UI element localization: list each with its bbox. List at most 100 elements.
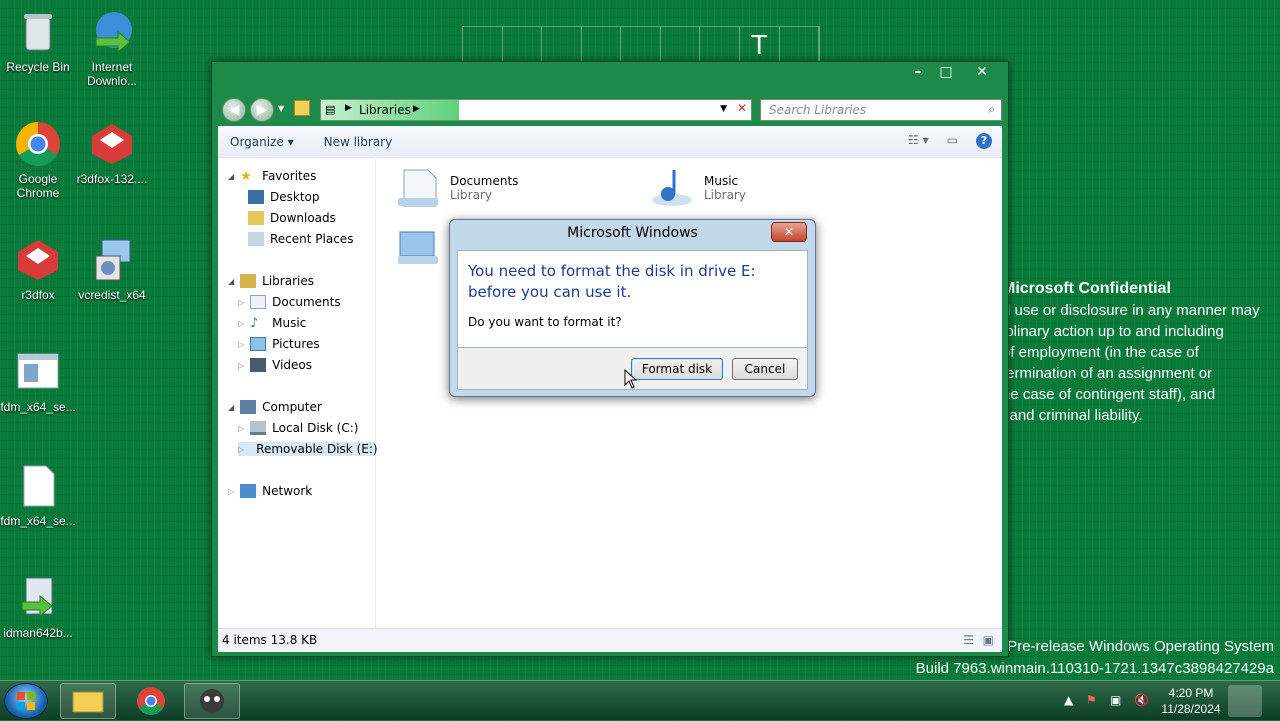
- collapse-arrow-icon[interactable]: ▷: [238, 340, 244, 349]
- tree-network[interactable]: ▷ Network: [228, 484, 312, 498]
- navigation-pane: ◢ ★ Favorites Desktop Downloads Recent P…: [218, 159, 378, 628]
- preview-pane-icon[interactable]: ▭: [947, 133, 958, 149]
- cancel-button[interactable]: Cancel: [732, 358, 798, 380]
- details-view-icon[interactable]: ☰: [963, 633, 974, 647]
- view-controls: ☷ ▾ ▭ ?: [908, 133, 992, 149]
- library-name: Music: [704, 174, 739, 188]
- desktop-icon-label: Google Chrome: [16, 172, 60, 200]
- taskbar-app-button[interactable]: [184, 683, 240, 719]
- network-icon: [240, 484, 257, 498]
- address-bar[interactable]: ▤ ▶ Libraries ▶ ▼ ✕: [320, 99, 752, 121]
- r3dfox-icon: [14, 236, 62, 284]
- star-icon: ★: [240, 169, 252, 184]
- tree-removable-disk[interactable]: ▷ Removable Disk (E:): [238, 442, 378, 456]
- search-placeholder: Search Libraries: [769, 103, 867, 117]
- library-documents[interactable]: Documents Library: [394, 164, 518, 212]
- tree-desktop[interactable]: Desktop: [248, 190, 320, 204]
- change-view-icon[interactable]: ☷ ▾: [908, 133, 929, 149]
- clock-date: 11/28/2024: [1161, 702, 1221, 716]
- library-pictures-partial[interactable]: [394, 222, 442, 270]
- tree-label: Local Disk (C:): [272, 421, 359, 435]
- organize-button[interactable]: Organize ▾: [230, 135, 294, 149]
- desktop-icon-vcredist[interactable]: vcredist_x64: [74, 236, 150, 302]
- navigation-bar: ◀ ▶ ▼ ▤ ▶ Libraries ▶ ▼ ✕ Search Librari…: [220, 96, 1002, 122]
- tree-pictures[interactable]: ▷ Pictures: [238, 337, 320, 351]
- confidential-line: iplinary action up to and including: [1002, 323, 1224, 340]
- desktop-icon-r3dfox-installer[interactable]: r3dfox-132....: [74, 120, 150, 186]
- videos-icon: [250, 358, 267, 372]
- back-button[interactable]: ◀: [222, 98, 246, 122]
- downloads-folder-icon: [248, 211, 264, 225]
- tree-label: Recent Places: [270, 232, 354, 246]
- clock[interactable]: 4:20 PM 11/28/2024: [1158, 685, 1224, 717]
- expand-arrow-icon[interactable]: ◢: [228, 403, 234, 412]
- status-bar: 4 items 13.8 KB ☰ ▣: [218, 628, 1002, 652]
- collapse-arrow-icon[interactable]: ▷: [238, 319, 244, 328]
- collapse-arrow-icon[interactable]: ▷: [238, 298, 244, 307]
- large-icons-view-icon[interactable]: ▣: [983, 633, 994, 647]
- computer-icon: [240, 400, 257, 414]
- chrome-icon: [137, 687, 165, 715]
- tree-videos[interactable]: ▷ Videos: [238, 358, 312, 372]
- collapse-arrow-icon[interactable]: ▷: [238, 361, 244, 370]
- tree-downloads[interactable]: Downloads: [248, 211, 336, 225]
- taskbar-chrome-button[interactable]: [122, 683, 178, 719]
- tree-computer[interactable]: ◢ Computer: [228, 400, 322, 414]
- maximize-button[interactable]: □: [932, 62, 960, 82]
- tree-local-disk[interactable]: ▷ Local Disk (C:): [238, 421, 358, 435]
- dialog-title: Microsoft Windows: [567, 225, 698, 241]
- tree-music[interactable]: ▷ ♪ Music: [238, 316, 306, 331]
- minimize-button[interactable]: –: [904, 62, 932, 82]
- background-grid-letter: T: [740, 27, 780, 61]
- collapse-arrow-icon[interactable]: ▷: [228, 487, 234, 496]
- desktop-icon-fdm-setup-2[interactable]: fdm_x64_se...: [0, 462, 76, 528]
- raccoon-app-icon: [200, 689, 224, 713]
- breadcrumb-libraries[interactable]: Libraries: [359, 103, 411, 117]
- action-center-icon[interactable]: ⚑: [1086, 693, 1097, 707]
- new-library-button[interactable]: New library: [324, 135, 393, 149]
- show-desktop-user-icon[interactable]: [1228, 685, 1262, 717]
- desktop-icon-recycle-bin[interactable]: Recycle Bin: [0, 8, 76, 74]
- music-library-icon: [652, 170, 692, 206]
- confidential-line: d use or disclosure in any manner may: [1002, 302, 1260, 319]
- collapse-arrow-icon[interactable]: ▷: [238, 445, 244, 454]
- desktop-icon-label: r3dfox: [21, 288, 55, 302]
- breadcrumb-chevron-icon[interactable]: ▶: [413, 104, 420, 114]
- show-hidden-icons[interactable]: ▲: [1064, 693, 1073, 707]
- dialog-close-button[interactable]: ✕: [771, 222, 807, 242]
- search-input[interactable]: Search Libraries ⌕: [760, 99, 1002, 121]
- start-button[interactable]: [4, 683, 48, 719]
- desktop-icon-r3dfox[interactable]: r3dfox: [0, 236, 76, 302]
- volume-muted-icon[interactable]: 🔇: [1134, 693, 1149, 707]
- tree-label: Network: [262, 484, 313, 498]
- item-count: 4 items 13.8 KB: [222, 633, 318, 647]
- desktop-icon-label: idman642b...: [3, 626, 73, 640]
- taskbar-explorer-button[interactable]: [60, 683, 116, 719]
- collapse-arrow-icon[interactable]: ▷: [238, 424, 244, 433]
- expand-arrow-icon[interactable]: ◢: [228, 277, 234, 286]
- tree-recent-places[interactable]: Recent Places: [248, 232, 353, 246]
- tree-libraries[interactable]: ◢ Libraries: [228, 274, 314, 288]
- format-disk-button[interactable]: Format disk: [631, 358, 723, 380]
- search-icon[interactable]: ⌕: [988, 102, 995, 117]
- tree-favorites[interactable]: ◢ ★ Favorites: [228, 169, 317, 184]
- recent-pages-dropdown-icon[interactable]: ▼: [278, 104, 284, 113]
- desktop-icon-fdm-setup-1[interactable]: fdm_x64_se...: [0, 348, 76, 414]
- expand-arrow-icon[interactable]: ◢: [228, 172, 234, 181]
- tree-documents[interactable]: ▷ Documents: [238, 295, 341, 309]
- address-dropdown-icon[interactable]: ▼: [720, 104, 727, 114]
- forward-button[interactable]: ▶: [250, 98, 274, 122]
- desktop-icon-internet-download-manager[interactable]: Internet Downlo...: [74, 8, 150, 88]
- close-button[interactable]: ✕: [960, 62, 1004, 82]
- desktop-icon-idman[interactable]: idman642b...: [0, 574, 76, 640]
- stop-icon[interactable]: ✕: [737, 101, 747, 115]
- desktop-icon-google-chrome[interactable]: Google Chrome: [0, 120, 76, 200]
- windows-logo-icon: [17, 692, 35, 710]
- desktop-folder-icon: [248, 190, 264, 204]
- folder-up-icon[interactable]: [294, 100, 310, 116]
- tree-label: Favorites: [262, 169, 317, 183]
- r3dfox-icon: [88, 120, 136, 168]
- help-icon[interactable]: ?: [976, 133, 992, 149]
- library-music[interactable]: Music Library: [648, 164, 746, 212]
- network-tray-icon[interactable]: ▣: [1110, 693, 1121, 707]
